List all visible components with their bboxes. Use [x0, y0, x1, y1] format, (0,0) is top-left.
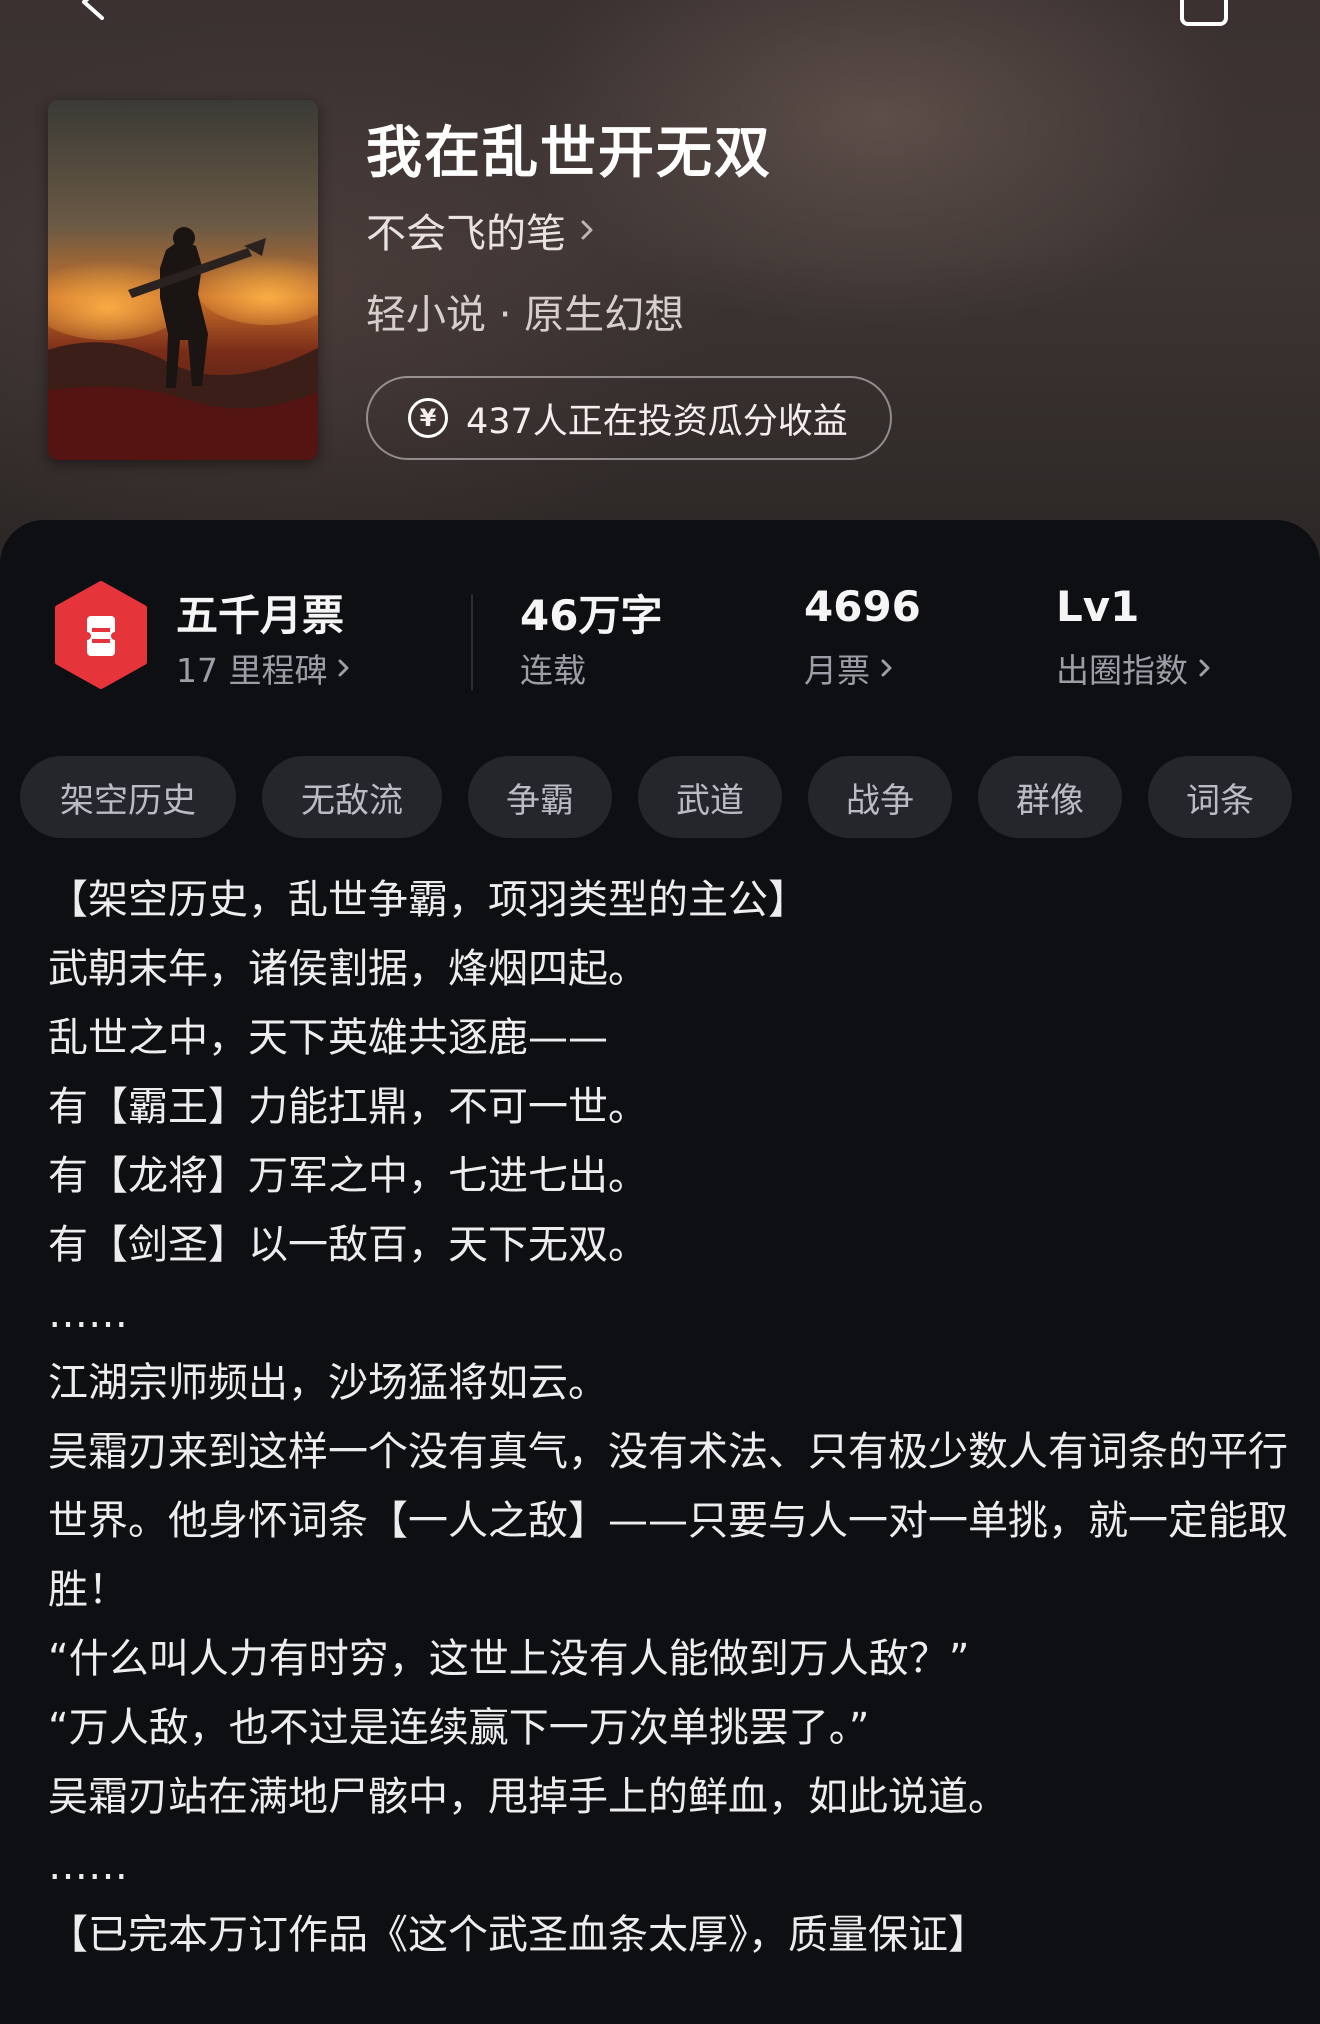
- yen-icon: ¥: [408, 398, 448, 438]
- stat-tickets-label: 月票: [804, 651, 870, 690]
- tag-list: 架空历史 无敌流 争霸 武道 战争 群像 词条: [20, 756, 1292, 838]
- stat-popularity-label: 出圈指数: [1056, 651, 1188, 690]
- book-cover[interactable]: [48, 100, 318, 460]
- invest-button[interactable]: ¥ 437人正在投资瓜分收益: [366, 376, 892, 460]
- author-name: 不会飞的笔: [366, 211, 566, 257]
- synopsis-line: 有【霸王】力能扛鼎，不可一世。: [48, 1084, 648, 1130]
- synopsis-line: 乱世之中，天下英雄共逐鹿——: [48, 1015, 608, 1061]
- tag-chip[interactable]: 词条: [1148, 756, 1292, 838]
- synopsis-line: 【已完本万订作品《这个武圣血条太厚》，质量保证】: [48, 1912, 988, 1958]
- book-title: 我在乱世开无双: [366, 121, 772, 186]
- tag-chip[interactable]: 争霸: [468, 756, 612, 838]
- stat-tickets-title: 4696: [804, 582, 921, 631]
- stats-row: 五千月票 17 里程碑 46万字 连载 4696 月票 Lv1 出圈指数: [0, 580, 1320, 690]
- back-icon[interactable]: [72, 0, 112, 22]
- stat-tickets-sub: 月票: [804, 644, 896, 692]
- stat-words-label: 连载: [520, 651, 586, 690]
- stat-words-title: 46万字: [520, 591, 663, 640]
- synopsis-line: 【架空历史，乱世争霸，项羽类型的主公】: [48, 877, 808, 923]
- synopsis-line: 有【龙将】万军之中，七进七出。: [48, 1153, 648, 1199]
- monthly-ticket-icon: [55, 581, 147, 689]
- synopsis-line: ……: [48, 1843, 128, 1889]
- stat-popularity-sub: 出圈指数: [1056, 644, 1214, 692]
- book-header: 我在乱世开无双 不会飞的笔 轻小说 · 原生幻想 ¥ 437人正在投资瓜分收益: [0, 0, 1320, 560]
- tag-chip[interactable]: 战争: [808, 756, 952, 838]
- synopsis-line: 武朝末年，诸侯割据，烽烟四起。: [48, 946, 648, 992]
- chevron-right-icon: [581, 220, 593, 240]
- invest-label: 437人正在投资瓜分收益: [466, 401, 848, 442]
- stat-milestone-title: 五千月票: [176, 591, 345, 640]
- synopsis-line: 吴霜刃来到这样一个没有真气，没有术法、只有极少数人有词条的平行世界。他身怀词条【…: [48, 1429, 1288, 1613]
- tag-chip[interactable]: 架空历史: [20, 756, 236, 838]
- synopsis-line: ……: [48, 1291, 128, 1337]
- synopsis-line: 吴霜刃站在满地尸骸中，甩掉手上的鲜血，如此说道。: [48, 1774, 1008, 1820]
- stat-milestone-label: 17 里程碑: [176, 651, 328, 690]
- author-link[interactable]: 不会飞的笔: [366, 204, 598, 257]
- book-synopsis: 【架空历史，乱世争霸，项羽类型的主公】 武朝末年，诸侯割据，烽烟四起。 乱世之中…: [48, 866, 1288, 1970]
- chevron-right-icon: [881, 659, 892, 677]
- synopsis-line: “万人敌，也不过是连续赢下一万次单挑罢了。”: [48, 1705, 870, 1751]
- synopsis-line: 江湖宗师频出，沙场猛将如云。: [48, 1360, 608, 1406]
- stat-divider: [471, 594, 473, 690]
- chevron-right-icon: [1199, 659, 1210, 677]
- chevron-right-icon: [338, 659, 349, 677]
- stat-words-sub: 连载: [520, 644, 586, 692]
- stat-popularity-title: Lv1: [1056, 582, 1140, 631]
- synopsis-line: 有【剑圣】以一敌百，天下无双。: [48, 1222, 648, 1268]
- tag-chip[interactable]: 群像: [978, 756, 1122, 838]
- synopsis-line: “什么叫人力有时穷，这世上没有人能做到万人敌？”: [48, 1636, 970, 1682]
- tag-chip[interactable]: 武道: [638, 756, 782, 838]
- book-genre: 轻小说 · 原生幻想: [366, 292, 685, 338]
- share-icon[interactable]: [1176, 0, 1232, 26]
- detail-panel: 五千月票 17 里程碑 46万字 连载 4696 月票 Lv1 出圈指数 架空历…: [0, 520, 1320, 2024]
- tag-chip[interactable]: 无敌流: [262, 756, 442, 838]
- stat-milestone-sub: 17 里程碑: [176, 644, 353, 692]
